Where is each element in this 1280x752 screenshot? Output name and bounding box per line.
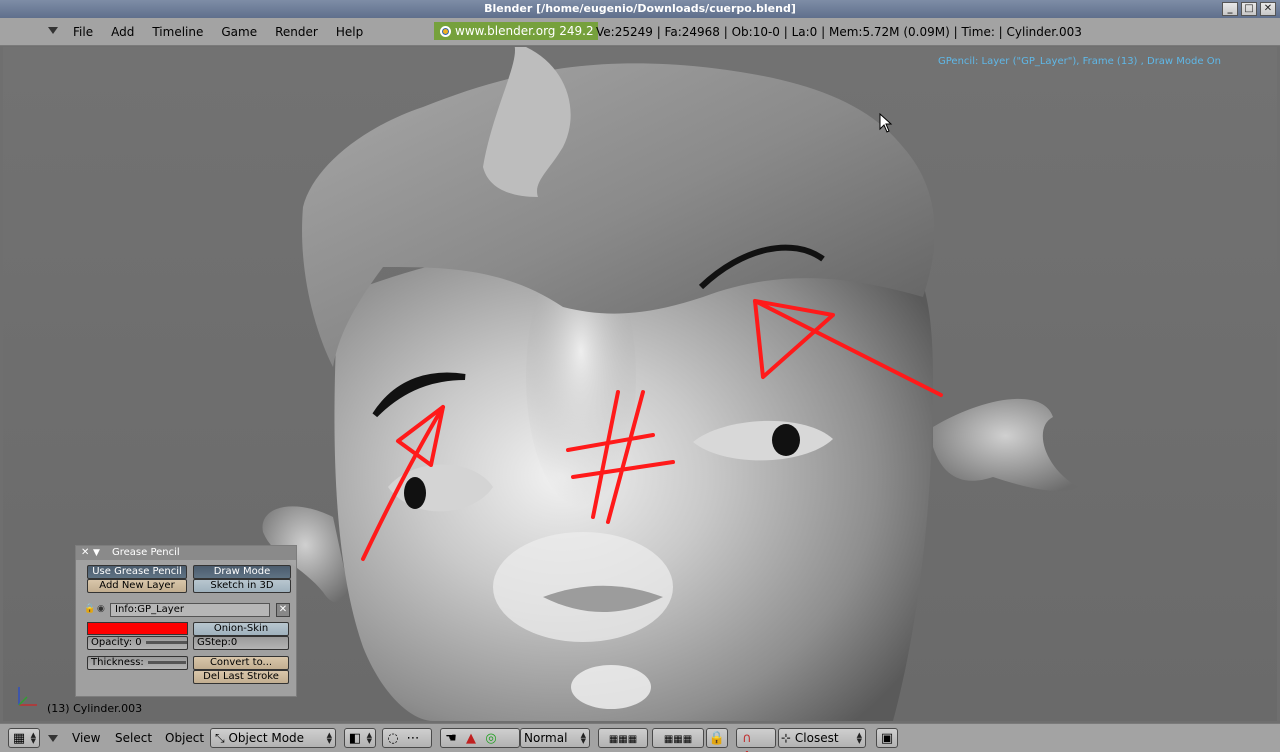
updown-arrow-icon: ▲ ▼ (366, 731, 372, 745)
opacity-label: Opacity: 0 (91, 637, 142, 648)
layer-name-field[interactable]: Info:GP_Layer (110, 603, 270, 617)
grease-pencil-info: GPencil: Layer ("GP_Layer"), Frame (13) … (938, 56, 1221, 67)
magnet-icon: ∩ (742, 731, 752, 746)
menu-render[interactable]: Render (266, 18, 327, 46)
mode-label: Object Mode (228, 731, 305, 745)
draw-type-selector[interactable]: ◧ ▲ ▼ (344, 728, 376, 748)
menu-add[interactable]: Add (102, 18, 143, 46)
draw-mode-button[interactable]: Draw Mode (193, 565, 291, 579)
info-header: File Add Timeline Game Render Help www.b… (0, 18, 1280, 46)
thickness-label: Thickness: (91, 657, 144, 668)
del-last-stroke-button[interactable]: Del Last Stroke (193, 670, 289, 684)
blender-brand: www.blender.org 249.2 (434, 22, 598, 40)
dots-icon: ⋯ (406, 731, 420, 746)
lock-icon: 🔒 (708, 731, 726, 746)
right-pupil (772, 424, 800, 456)
menu-help[interactable]: Help (327, 18, 372, 46)
rotate-icon: ◎ (485, 731, 497, 746)
layers-grid-icon: ▦▦▦ (663, 734, 693, 745)
stroke-color-swatch[interactable] (87, 622, 188, 635)
lock-icon[interactable]: 🔒 (84, 604, 95, 614)
layer-buttons-right[interactable]: ▦▦▦ (652, 728, 704, 748)
grease-pencil-panel: ✕ ▼ Grease Pencil Use Grease Pencil Draw… (75, 545, 297, 697)
menu-game[interactable]: Game (212, 18, 266, 46)
left-pupil (404, 477, 426, 509)
updown-arrow-icon: ▲ ▼ (326, 731, 332, 745)
onion-skin-button[interactable]: Onion-Skin (193, 622, 289, 636)
mouse-cursor-icon (879, 113, 893, 133)
window-controls: _ □ ✕ (1222, 2, 1276, 16)
render-icon: ▣ (880, 731, 894, 746)
main-menu: File Add Timeline Game Render Help (64, 18, 372, 46)
3d-view-header: ▦ ▲ ▼ View Select Object ⤡ Object Mode ▲ ▼ ◧… (0, 723, 1280, 752)
menu-view[interactable]: View (72, 724, 100, 752)
opacity-slider[interactable]: Opacity: 0 (87, 636, 188, 650)
mode-icon: ⤡ (215, 731, 225, 745)
manipulator-buttons[interactable]: ☚▲◎■ (440, 728, 520, 752)
collapse-menus-icon[interactable] (48, 735, 58, 742)
thickness-slider-track (147, 660, 186, 664)
grease-pencil-panel-header[interactable]: ✕ ▼ Grease Pencil (76, 546, 296, 560)
close-icon[interactable]: ✕ (81, 546, 89, 560)
hand-icon: ☚ (445, 731, 457, 746)
pivot-icon: ◌ (387, 731, 399, 746)
updown-arrow-icon: ▲ ▼ (580, 731, 586, 745)
use-grease-pencil-button[interactable]: Use Grease Pencil (87, 565, 187, 579)
3d-viewport[interactable]: GPencil: Layer ("GP_Layer"), Frame (13) … (3, 47, 1277, 721)
close-button[interactable]: ✕ (1260, 2, 1276, 16)
pivot-buttons[interactable]: ◌ ⋯ (382, 728, 432, 748)
editor-type-button[interactable]: ▦ ▲ ▼ (8, 728, 40, 748)
delete-layer-button[interactable]: ✕ (276, 603, 290, 617)
maximize-button[interactable]: □ (1241, 2, 1257, 16)
minimize-button[interactable]: _ (1222, 2, 1238, 16)
mode-selector[interactable]: ⤡ Object Mode ▲ ▼ (210, 728, 336, 748)
axis-gizmo-icon (18, 687, 37, 706)
menu-file[interactable]: File (64, 18, 102, 46)
gstep-field[interactable]: GStep:0 (193, 636, 289, 650)
snap-target-icon: ⊹ (781, 731, 792, 745)
lock-layers-button[interactable]: 🔒 (706, 728, 728, 748)
visibility-icon[interactable]: ◉ (97, 604, 105, 614)
updown-arrow-icon: ▲ ▼ (30, 731, 36, 745)
blender-logo-icon (440, 25, 451, 37)
sketch-in-3d-button[interactable]: Sketch in 3D (193, 579, 291, 593)
menu-timeline[interactable]: Timeline (143, 18, 212, 46)
scene-stats: Ve:25249 | Fa:24968 | Ob:10-0 | La:0 | M… (596, 25, 1082, 39)
opacity-slider-track (145, 640, 187, 644)
snap-toggle[interactable]: ∩❙ (736, 728, 776, 752)
header-collapse-icon[interactable] (48, 27, 58, 34)
updown-arrow-icon: ▲ ▼ (856, 731, 862, 745)
grid-icon: ▦ (12, 731, 26, 746)
snap-mode-label: Closest (794, 731, 839, 745)
cube-icon: ◧ (348, 731, 362, 746)
orientation-selector[interactable]: Normal ▲ ▼ (520, 728, 590, 748)
window-title: Blender [/home/eugenio/Downloads/cuerpo.… (484, 2, 796, 15)
window-titlebar: Blender [/home/eugenio/Downloads/cuerpo.… (0, 0, 1280, 18)
orientation-label: Normal (524, 731, 568, 745)
chin-highlight (571, 665, 651, 709)
menu-object[interactable]: Object (165, 724, 204, 752)
active-object-label: (13) Cylinder.003 (47, 702, 143, 715)
collapse-icon[interactable]: ▼ (93, 546, 100, 560)
thickness-slider[interactable]: Thickness: (87, 656, 188, 670)
translate-icon: ▲ (466, 731, 476, 746)
menu-select[interactable]: Select (115, 724, 152, 752)
convert-to-button[interactable]: Convert to... (193, 656, 289, 670)
layer-buttons-left[interactable]: ▦▦▦ (598, 728, 648, 748)
add-new-layer-button[interactable]: Add New Layer (87, 579, 187, 593)
snap-mode-selector[interactable]: ⊹ Closest ▲ ▼ (778, 728, 866, 748)
brand-text: www.blender.org 249.2 (455, 24, 594, 38)
render-preview-button[interactable]: ▣ (876, 728, 898, 748)
layers-grid-icon: ▦▦▦ (608, 734, 638, 745)
panel-title: Grease Pencil (112, 547, 180, 558)
